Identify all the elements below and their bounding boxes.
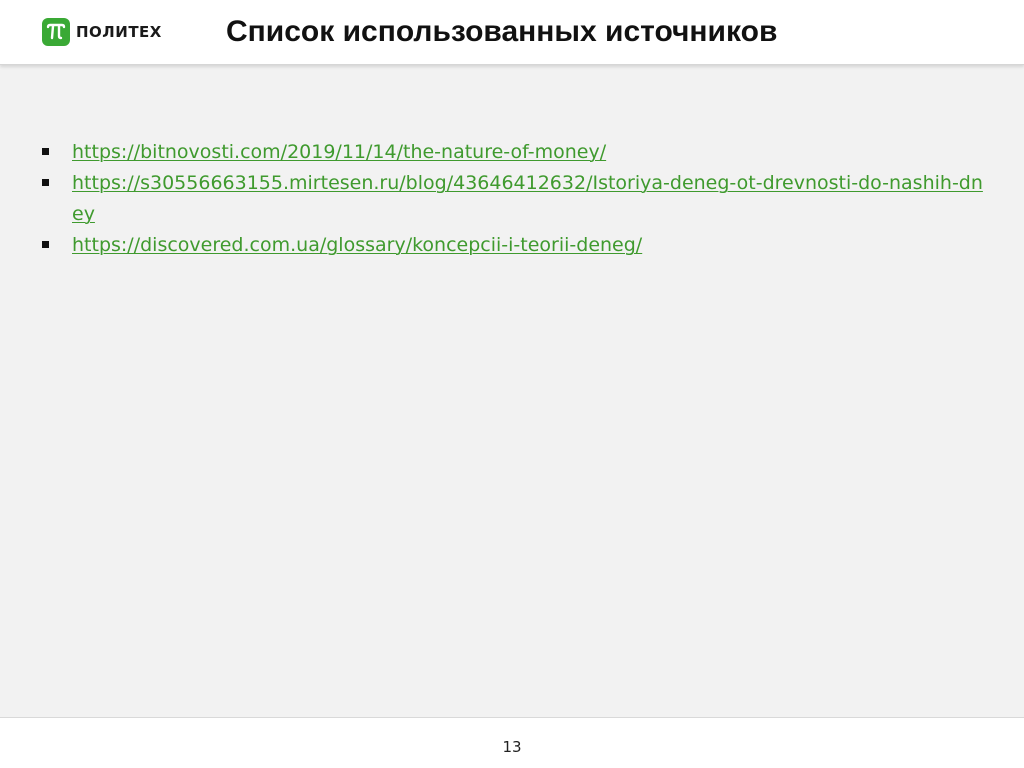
sources-list: https://bitnovosti.com/2019/11/14/the-na… <box>42 137 992 261</box>
page-number: 13 <box>502 738 522 756</box>
pi-logo-icon <box>42 18 70 46</box>
slide-title: Список использованных источников <box>226 15 778 48</box>
list-item: https://s30556663155.mirtesen.ru/blog/43… <box>42 168 992 230</box>
slide-footer: 13 <box>0 717 1024 768</box>
slide-content: https://bitnovosti.com/2019/11/14/the-na… <box>0 65 1024 717</box>
source-link-2[interactable]: https://s30556663155.mirtesen.ru/blog/43… <box>72 172 983 225</box>
politeh-logo: ПОЛИТЕХ <box>42 17 162 47</box>
list-item: https://discovered.com.ua/glossary/konce… <box>42 230 992 261</box>
slide-header: ПОЛИТЕХ Список использованных источников <box>0 0 1024 65</box>
list-item: https://bitnovosti.com/2019/11/14/the-na… <box>42 137 992 168</box>
pi-glyph-icon <box>46 23 66 40</box>
square-bullet-icon <box>42 179 49 186</box>
square-bullet-icon <box>42 241 49 248</box>
source-link-1[interactable]: https://bitnovosti.com/2019/11/14/the-na… <box>72 141 606 163</box>
square-bullet-icon <box>42 148 49 155</box>
source-link-3[interactable]: https://discovered.com.ua/glossary/konce… <box>72 234 642 256</box>
logo-text: ПОЛИТЕХ <box>76 23 162 41</box>
